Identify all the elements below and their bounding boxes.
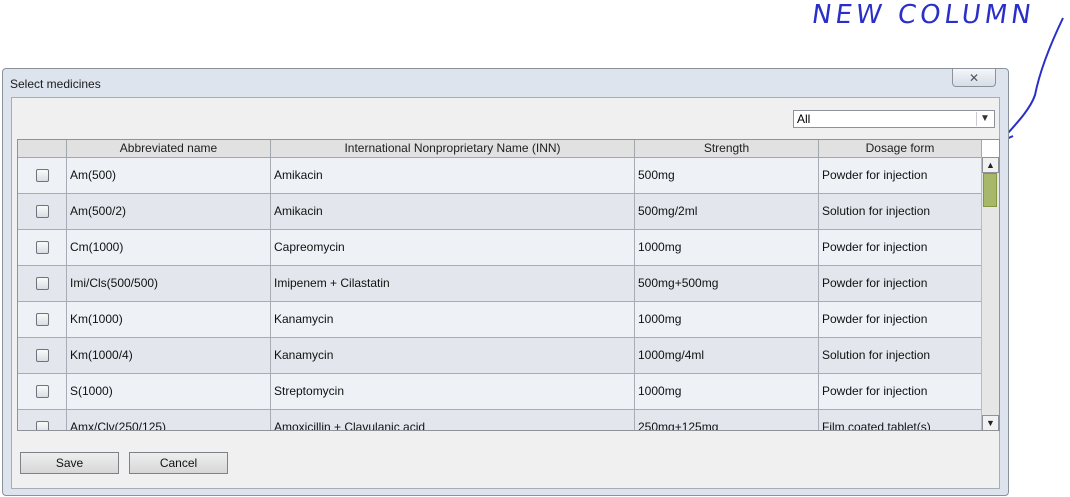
cell-dosage-form: Powder for injection: [819, 266, 982, 301]
close-button[interactable]: ✕: [952, 69, 996, 87]
scroll-thumb[interactable]: [983, 173, 997, 207]
cell-dosage-form: Solution for injection: [819, 338, 982, 373]
save-button[interactable]: Save: [20, 452, 119, 474]
cell-abbreviated-name: Imi/Cls(500/500): [67, 266, 271, 301]
annotation-text: NEW COLUMN: [809, 0, 1037, 30]
header-inn[interactable]: International Nonproprietary Name (INN): [271, 140, 635, 157]
cell-dosage-form: Powder for injection: [819, 230, 982, 265]
table-header: Abbreviated name International Nonpropri…: [18, 140, 982, 158]
row-checkbox[interactable]: [36, 277, 49, 290]
cell-strength: 1000mg/4ml: [635, 338, 819, 373]
cell-abbreviated-name: Am(500/2): [67, 194, 271, 229]
table-body: Am(500) Amikacin 500mg Powder for inject…: [18, 158, 982, 430]
cell-strength: 500mg/2ml: [635, 194, 819, 229]
cell-abbreviated-name: Amx/Clv(250/125): [67, 410, 271, 430]
header-select[interactable]: [18, 140, 67, 157]
dialog-body: All ▼ Abbreviated name International Non…: [11, 97, 1000, 489]
filter-selected-value: All: [797, 112, 811, 126]
select-medicines-dialog: Select medicines ✕ All ▼ Abbreviated nam…: [2, 68, 1009, 496]
row-checkbox[interactable]: [36, 385, 49, 398]
cell-inn: Kanamycin: [271, 302, 635, 337]
cell-inn: Amikacin: [271, 194, 635, 229]
table-row[interactable]: Am(500/2) Amikacin 500mg/2ml Solution fo…: [18, 194, 982, 230]
cell-strength: 500mg: [635, 158, 819, 193]
table-row[interactable]: S(1000) Streptomycin 1000mg Powder for i…: [18, 374, 982, 410]
cell-abbreviated-name: Km(1000): [67, 302, 271, 337]
chevron-down-icon: ▼: [986, 418, 995, 428]
cancel-button[interactable]: Cancel: [129, 452, 228, 474]
cell-inn: Capreomycin: [271, 230, 635, 265]
scroll-up-button[interactable]: ▲: [982, 157, 999, 173]
row-checkbox[interactable]: [36, 313, 49, 326]
cell-abbreviated-name: Am(500): [67, 158, 271, 193]
row-checkbox[interactable]: [36, 349, 49, 362]
cell-abbreviated-name: S(1000): [67, 374, 271, 409]
cell-abbreviated-name: Km(1000/4): [67, 338, 271, 373]
cell-strength: 250mg+125mg: [635, 410, 819, 430]
header-strength[interactable]: Strength: [635, 140, 819, 157]
cell-inn: Amoxicillin + Clavulanic acid: [271, 410, 635, 430]
row-checkbox[interactable]: [36, 241, 49, 254]
chevron-down-icon: ▼: [976, 112, 993, 126]
table-row[interactable]: Km(1000/4) Kanamycin 1000mg/4ml Solution…: [18, 338, 982, 374]
cell-inn: Amikacin: [271, 158, 635, 193]
scroll-down-button[interactable]: ▼: [982, 415, 999, 430]
cell-strength: 1000mg: [635, 374, 819, 409]
header-dosage-form[interactable]: Dosage form: [819, 140, 982, 157]
close-icon: ✕: [968, 70, 980, 85]
row-checkbox[interactable]: [36, 169, 49, 182]
table-row[interactable]: Imi/Cls(500/500) Imipenem + Cilastatin 5…: [18, 266, 982, 302]
table-row[interactable]: Km(1000) Kanamycin 1000mg Powder for inj…: [18, 302, 982, 338]
cell-strength: 1000mg: [635, 230, 819, 265]
cell-dosage-form: Powder for injection: [819, 302, 982, 337]
cell-dosage-form: Solution for injection: [819, 194, 982, 229]
window-title: Select medicines: [10, 77, 101, 91]
cell-dosage-form: Film coated tablet(s): [819, 410, 982, 430]
cell-inn: Streptomycin: [271, 374, 635, 409]
cell-strength: 1000mg: [635, 302, 819, 337]
table-row[interactable]: Amx/Clv(250/125) Amoxicillin + Clavulani…: [18, 410, 982, 430]
vertical-scrollbar[interactable]: ▲ ▼: [981, 157, 999, 430]
cell-inn: Imipenem + Cilastatin: [271, 266, 635, 301]
chevron-up-icon: ▲: [986, 160, 995, 170]
medicines-table: Abbreviated name International Nonpropri…: [17, 139, 1000, 431]
row-checkbox[interactable]: [36, 421, 49, 430]
row-checkbox[interactable]: [36, 205, 49, 218]
cell-dosage-form: Powder for injection: [819, 158, 982, 193]
table-row[interactable]: Am(500) Amikacin 500mg Powder for inject…: [18, 158, 982, 194]
header-abbreviated-name[interactable]: Abbreviated name: [67, 140, 271, 157]
cell-inn: Kanamycin: [271, 338, 635, 373]
cell-abbreviated-name: Cm(1000): [67, 230, 271, 265]
table-row[interactable]: Cm(1000) Capreomycin 1000mg Powder for i…: [18, 230, 982, 266]
filter-dropdown[interactable]: All ▼: [793, 110, 995, 128]
cell-strength: 500mg+500mg: [635, 266, 819, 301]
cell-dosage-form: Powder for injection: [819, 374, 982, 409]
